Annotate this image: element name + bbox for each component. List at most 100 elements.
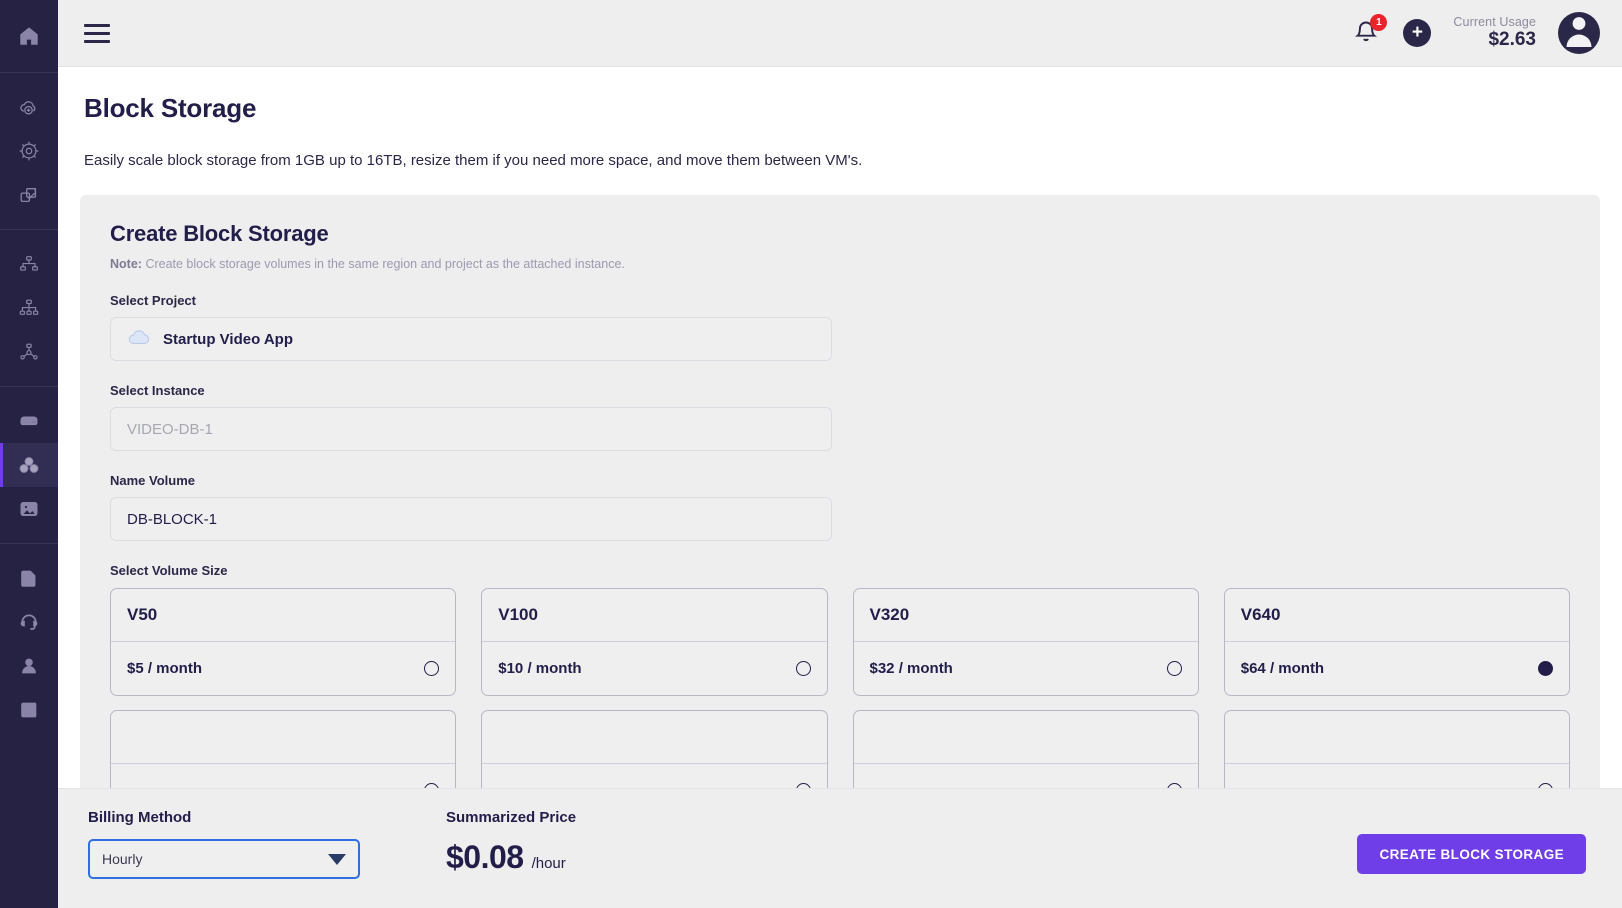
sidebar-spacer (0, 531, 58, 543)
external-window-icon (18, 184, 40, 206)
volume-size-name (482, 711, 826, 764)
name-volume-input[interactable]: DB-BLOCK-1 (110, 497, 832, 541)
select-instance-field[interactable]: VIDEO-DB-1 (110, 407, 832, 451)
volume-size-footer: $32 / month (854, 642, 1198, 695)
current-usage-label: Current Usage (1453, 15, 1536, 29)
select-project-label: Select Project (110, 293, 1570, 308)
cloud-icon (127, 328, 151, 350)
avatar[interactable] (1558, 12, 1600, 54)
billing-method-select[interactable]: Hourly (88, 839, 360, 879)
sidebar-item-docs[interactable] (0, 688, 58, 732)
sidebar-item-load-balancer[interactable] (0, 286, 58, 330)
panel-title: Create Block Storage (110, 221, 1570, 247)
volume-size-radio[interactable] (796, 661, 811, 676)
hamburger-bar (84, 40, 110, 43)
sidebar-group-compute (0, 85, 58, 217)
page-title: Block Storage (84, 93, 1622, 124)
sidebar-item-launch[interactable] (0, 173, 58, 217)
billing-invoice-icon (18, 567, 40, 589)
sidebar-item-block-storage[interactable] (0, 443, 58, 487)
summarized-price-unit: /hour (532, 855, 566, 872)
sidebar-item-sitemap[interactable] (0, 330, 58, 374)
volume-size-name: V640 (1225, 589, 1569, 642)
volume-size-price: $5 / month (127, 660, 424, 677)
main-content: 1 + Current Usage $2.63 Block Storage Ea… (58, 0, 1622, 908)
volume-size-name: V50 (111, 589, 455, 642)
volume-size-footer: $10 / month (482, 642, 826, 695)
volume-size-card[interactable]: V640 $64 / month (1224, 588, 1570, 696)
sidebar-spacer (0, 544, 58, 556)
billing-method-label: Billing Method (88, 809, 360, 826)
sidebar-item-images[interactable] (0, 487, 58, 531)
headset-support-icon (18, 611, 40, 633)
volume-size-footer: $5 / month (111, 642, 455, 695)
volume-size-name: V100 (482, 589, 826, 642)
sidebar-spacer (0, 374, 58, 386)
server-icon (17, 409, 41, 433)
sidebar (0, 0, 58, 908)
block-storage-icon (17, 453, 41, 477)
volume-size-radio[interactable] (424, 661, 439, 676)
sidebar-item-billing[interactable] (0, 556, 58, 600)
hamburger-icon[interactable] (84, 24, 110, 43)
volume-size-card[interactable]: V100 $10 / month (481, 588, 827, 696)
app-root: 1 + Current Usage $2.63 Block Storage Ea… (0, 0, 1622, 908)
summarized-price-label: Summarized Price (446, 809, 576, 826)
sidebar-spacer (0, 230, 58, 242)
page-subtitle: Easily scale block storage from 1GB up t… (84, 152, 1622, 169)
select-instance-label: Select Instance (110, 383, 1570, 398)
volume-size-price: $64 / month (1241, 660, 1538, 677)
create-footer-bar: Billing Method Hourly Summarized Price $… (58, 788, 1622, 908)
volume-size-name: V320 (854, 589, 1198, 642)
sidebar-group-account (0, 556, 58, 732)
current-usage-amount: $2.63 (1453, 29, 1536, 51)
volume-size-name (111, 711, 455, 764)
summarized-price-amount: $0.08 (446, 839, 524, 876)
sidebar-group-network (0, 242, 58, 374)
load-balancer-icon (18, 297, 40, 319)
sidebar-spacer (0, 73, 58, 85)
select-project-value: Startup Video App (163, 331, 293, 348)
volume-size-radio[interactable] (1167, 661, 1182, 676)
user-avatar-icon (1558, 12, 1600, 54)
user-account-icon (18, 655, 40, 677)
sidebar-spacer (0, 217, 58, 229)
create-block-storage-button[interactable]: CREATE BLOCK STORAGE (1357, 834, 1586, 874)
sidebar-group-main (0, 0, 58, 72)
page-header: Block Storage Easily scale block storage… (58, 67, 1622, 169)
sidebar-item-network[interactable] (0, 242, 58, 286)
home-icon (18, 25, 40, 47)
volume-size-footer: $64 / month (1225, 642, 1569, 695)
panel-note-text: Create block storage volumes in the same… (145, 257, 624, 271)
volume-size-card[interactable]: V50 $5 / month (110, 588, 456, 696)
panel-note-prefix: Note: (110, 257, 142, 271)
sidebar-item-support[interactable] (0, 600, 58, 644)
topbar: 1 + Current Usage $2.63 (58, 0, 1622, 67)
sidebar-group-storage (0, 399, 58, 531)
name-volume-label: Name Volume (110, 473, 1570, 488)
summarized-price-row: $0.08 /hour (446, 839, 576, 876)
docs-book-icon (18, 699, 40, 721)
sidebar-item-servers[interactable] (0, 399, 58, 443)
current-usage: Current Usage $2.63 (1453, 15, 1536, 51)
select-volume-size-label: Select Volume Size (110, 563, 1570, 578)
hamburger-bar (84, 24, 110, 27)
notifications-button[interactable]: 1 (1353, 18, 1381, 48)
volume-size-price: $10 / month (498, 660, 795, 677)
volume-size-name (1225, 711, 1569, 764)
sidebar-item-home[interactable] (0, 0, 58, 72)
billing-method-group: Billing Method Hourly (88, 809, 360, 879)
sidebar-item-account[interactable] (0, 644, 58, 688)
summarized-price-group: Summarized Price $0.08 /hour (446, 809, 576, 876)
volume-size-card[interactable]: V320 $32 / month (853, 588, 1199, 696)
hamburger-bar (84, 32, 110, 35)
topbar-actions: 1 + Current Usage $2.63 (1353, 12, 1600, 54)
select-project-field[interactable]: Startup Video App (110, 317, 832, 361)
volume-size-name (854, 711, 1198, 764)
add-button[interactable]: + (1403, 19, 1431, 47)
sidebar-item-kubernetes[interactable] (0, 129, 58, 173)
panel-note: Note: Create block storage volumes in th… (110, 257, 1570, 271)
volume-size-radio-selected[interactable] (1538, 661, 1553, 676)
kubernetes-helm-icon (18, 140, 40, 162)
sidebar-item-cloud[interactable] (0, 85, 58, 129)
